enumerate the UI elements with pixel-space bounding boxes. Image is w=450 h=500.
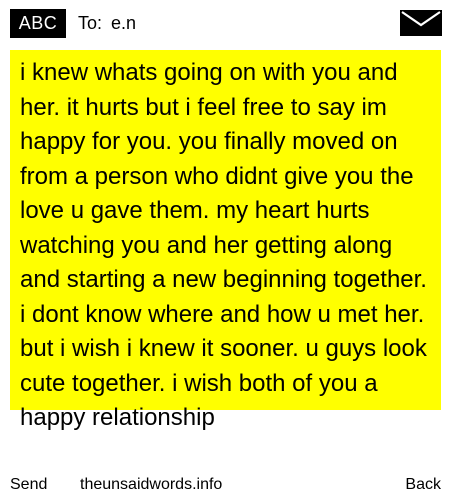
recipient-value: e.n [111, 13, 137, 33]
back-button[interactable]: Back [405, 474, 441, 496]
site-link[interactable]: theunsaidwords.info [80, 474, 222, 496]
message-body[interactable]: i knew whats going on with you and her. … [20, 56, 438, 436]
recipient-label: To: [78, 13, 103, 33]
send-button[interactable]: Send [10, 474, 47, 496]
recipient-field[interactable]: To: e.n [78, 10, 136, 36]
softkey-bar: Send theunsaidwords.info Back [0, 474, 450, 496]
input-mode-badge[interactable]: ABC [10, 9, 66, 38]
compose-header: ABC To: e.n [0, 0, 450, 46]
envelope-icon [400, 10, 442, 36]
